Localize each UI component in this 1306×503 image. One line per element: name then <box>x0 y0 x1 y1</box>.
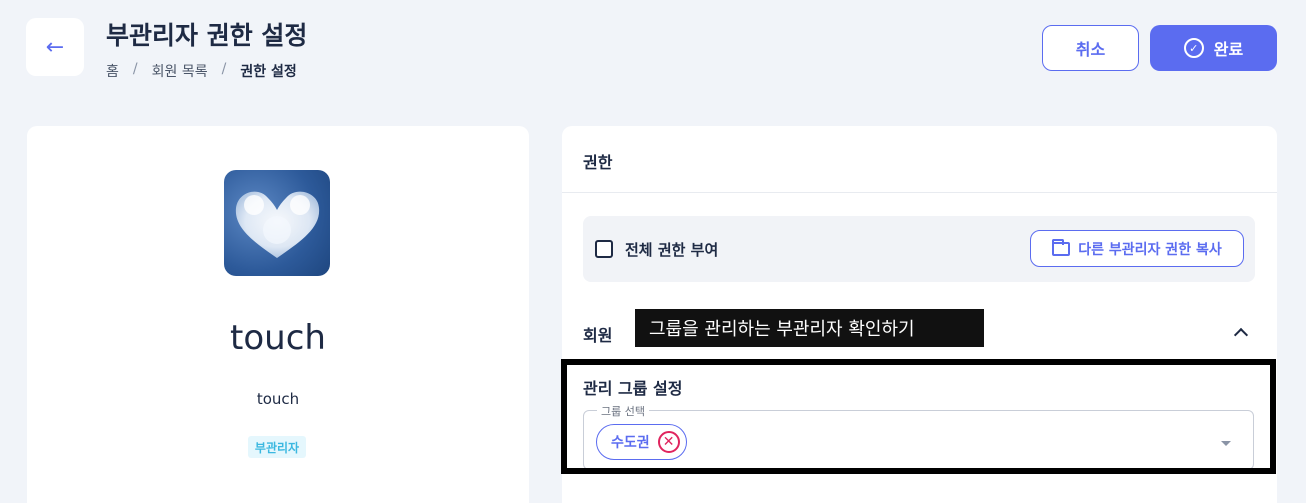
grant-all-checkbox[interactable] <box>595 240 613 258</box>
group-select[interactable]: 그룹 선택 수도권 ✕ <box>583 403 1254 470</box>
avatar <box>224 170 330 276</box>
copy-permissions-button[interactable]: 다른 부관리자 권한 복사 <box>1030 230 1244 267</box>
tooltip: 그룹을 관리하는 부관리자 확인하기 <box>635 309 984 347</box>
breadcrumb-current: 권한 설정 <box>240 64 297 80</box>
breadcrumb-member-list[interactable]: 회원 목록 <box>152 61 208 81</box>
cancel-button[interactable]: 취소 <box>1042 25 1139 71</box>
group-setting-title: 관리 그룹 설정 <box>583 379 683 398</box>
copy-permissions-label: 다른 부관리자 권한 복사 <box>1078 241 1222 258</box>
grant-all-label[interactable]: 전체 권한 부여 <box>625 239 718 260</box>
heart-cloud-icon <box>235 191 320 258</box>
breadcrumb-separator: / <box>132 61 138 77</box>
back-button[interactable]: ← <box>26 18 84 76</box>
chevron-up-icon[interactable] <box>1231 322 1251 342</box>
page-title: 부관리자 권한 설정 <box>106 21 308 50</box>
section-member: 회원 <box>583 326 613 345</box>
profile-id: touch <box>256 390 300 408</box>
dropdown-arrow-icon[interactable] <box>1221 441 1231 446</box>
breadcrumb: 홈 / 회원 목록 / 권한 설정 <box>106 61 297 81</box>
profile-name: touch <box>230 318 326 358</box>
selected-group-chip: 수도권 ✕ <box>596 424 687 460</box>
done-button-label: 완료 <box>1213 40 1244 59</box>
arrow-left-icon: ← <box>45 34 65 60</box>
chip-label: 수도권 <box>611 435 650 451</box>
role-badge: 부관리자 <box>248 436 306 458</box>
permissions-title: 권한 <box>583 153 613 172</box>
folder-user-icon <box>1052 238 1071 256</box>
breadcrumb-separator: / <box>221 61 227 77</box>
remove-chip-icon[interactable]: ✕ <box>657 431 680 453</box>
divider <box>562 192 1277 193</box>
grant-all-box: 전체 권한 부여 다른 부관리자 권한 복사 <box>583 216 1255 282</box>
breadcrumb-home[interactable]: 홈 <box>106 61 119 81</box>
check-circle-icon: ✓ <box>1183 38 1204 58</box>
group-select-legend: 그룹 선택 <box>597 403 649 419</box>
profile-card: touch touch 부관리자 <box>27 126 529 503</box>
done-button[interactable]: ✓ 완료 <box>1150 25 1277 71</box>
